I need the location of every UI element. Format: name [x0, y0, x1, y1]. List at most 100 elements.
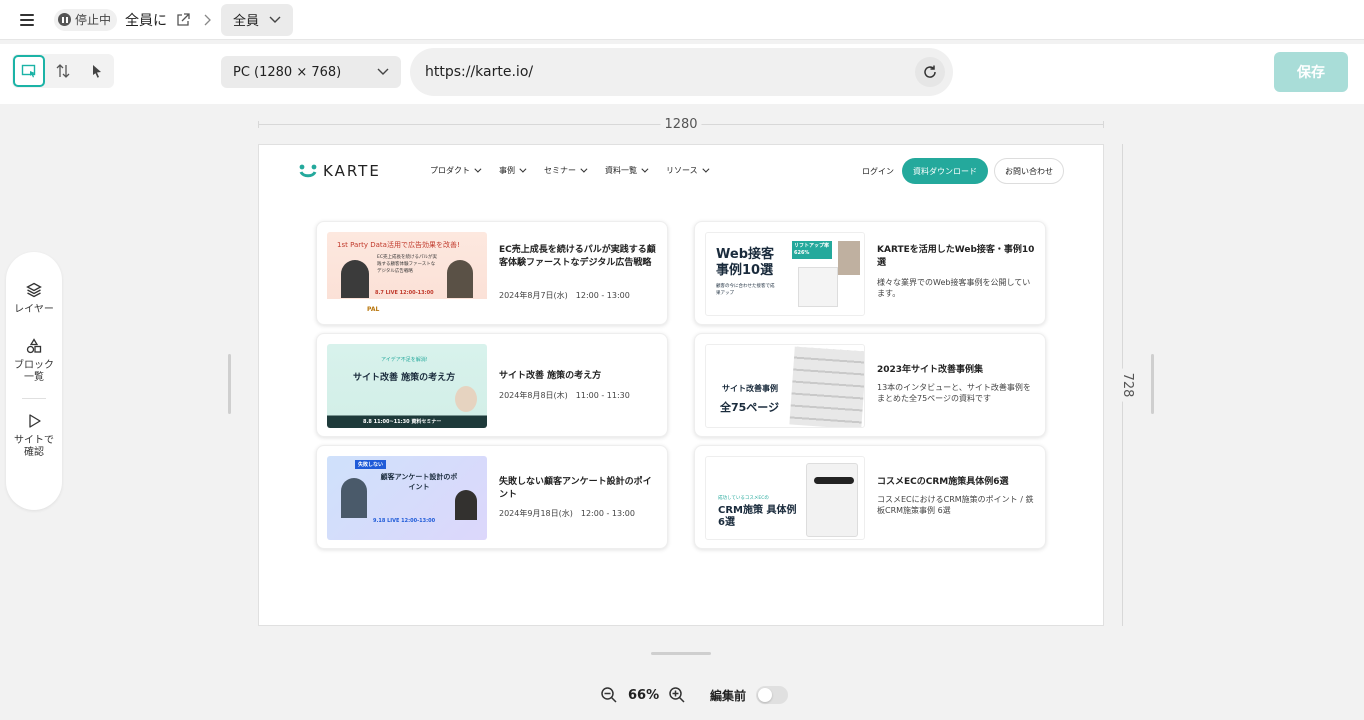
zoom-level: 66% — [628, 687, 660, 703]
swap-icon — [56, 64, 70, 78]
status-text: 停止中 — [75, 13, 112, 27]
chevron-down-icon — [377, 68, 389, 75]
editor-toolbar: PC (1280 × 768) 保存 — [0, 44, 1364, 104]
layers-button[interactable]: レイヤー — [6, 282, 62, 316]
preview-label: サイトで 確認 — [14, 435, 54, 458]
card-description: コスメECにおけるCRM施策のポイント / 鉄板CRM施策事例 6選 — [877, 495, 1034, 515]
segment-dropdown[interactable]: 全員 — [221, 3, 294, 36]
card-title: コスメECのCRM施策具体例6選 — [877, 477, 1009, 487]
width-ruler: 1280 — [258, 117, 1104, 132]
pause-icon — [58, 13, 71, 26]
card-thumbnail: サイト改善事例 全75ページ — [705, 344, 865, 428]
device-value: PC (1280 × 768) — [233, 64, 342, 80]
card-description: 13本のインタビューと、サイト改善事例をまとめた全75ページの資料です — [877, 383, 1031, 403]
content-card[interactable]: 成功しているコスメECの CRM施策 具体例6選 コスメECのCRM施策具体例6… — [694, 445, 1046, 549]
blocks-button[interactable]: ブロック 一覧 — [6, 338, 62, 384]
card-thumbnail: Web接客 事例10選 顧客の今に合わせた接客で成果アップ リフトアップ率 62… — [705, 232, 865, 316]
panel-divider — [22, 398, 46, 399]
menu-icon[interactable] — [20, 13, 34, 26]
segment-value: 全員 — [233, 14, 260, 29]
card-thumbnail: 1st Party Data活用で広告効果を改善! EC売上成長を続けるパルが実… — [327, 232, 487, 316]
card-date: 2024年8月7日(水) 12:00 - 13:00 — [499, 291, 630, 300]
top-bar: 停止中 全員に 全員 — [0, 0, 1364, 40]
select-element-tool[interactable] — [13, 55, 45, 87]
screenshot-mock — [838, 241, 860, 275]
chevron-down-icon — [269, 16, 281, 23]
resize-handle-bottom[interactable] — [651, 652, 711, 655]
card-title: サイト改善 施策の考え方 — [499, 371, 602, 381]
content-card[interactable]: 1st Party Data活用で広告効果を改善! EC売上成長を続けるパルが実… — [316, 221, 668, 325]
card-description: 様々な業界でのWeb接客事例を公開しています。 — [877, 278, 1031, 298]
device-dropdown[interactable]: PC (1280 × 768) — [221, 56, 401, 88]
reload-button[interactable] — [915, 57, 945, 87]
select-box-icon — [21, 64, 36, 78]
site-logo[interactable]: KARTE — [299, 162, 381, 180]
swap-tool[interactable] — [47, 55, 79, 87]
site-nav: プロダクト 事例 セミナー 資料一覧 リソース — [430, 165, 707, 176]
mobile-mock-banner — [814, 477, 854, 484]
reload-icon — [924, 65, 936, 78]
layers-icon — [26, 282, 42, 298]
card-title: 失敗しない顧客アンケート設計のポイント — [499, 477, 652, 500]
speaker-photo — [447, 260, 473, 298]
zoom-bar: 66% 編集前 — [600, 686, 789, 704]
resize-handle-right[interactable] — [1151, 354, 1154, 414]
before-edit-toggle[interactable] — [756, 686, 789, 704]
nav-item-resources[interactable]: リソース — [666, 165, 707, 176]
left-panel: レイヤー ブロック 一覧 サイトで 確認 — [6, 252, 62, 510]
height-label: 728 — [1119, 368, 1135, 402]
before-edit-label: 編集前 — [710, 688, 747, 703]
url-input[interactable] — [425, 64, 915, 80]
url-bar — [410, 48, 953, 96]
target-name: 全員に — [125, 12, 168, 29]
resize-handle-left[interactable] — [228, 354, 231, 414]
card-date: 2024年9月18日(水) 12:00 - 13:00 — [499, 509, 635, 518]
login-link[interactable]: ログイン — [862, 166, 894, 177]
preview-button[interactable]: サイトで 確認 — [6, 413, 62, 459]
preview-canvas[interactable]: KARTE プロダクト 事例 セミナー 資料一覧 リソース ログイン 資料ダウン… — [258, 144, 1104, 626]
download-button[interactable]: 資料ダウンロード — [902, 158, 988, 184]
mobile-mock — [806, 463, 858, 537]
report-pages-mock — [789, 346, 864, 427]
content-card[interactable]: 失敗しない 顧客アンケート設計のポイント 9.18 LIVE 12:00-13:… — [316, 445, 668, 549]
nav-item-documents[interactable]: 資料一覧 — [605, 165, 646, 176]
chevron-right-icon — [201, 12, 213, 28]
cursor-icon — [93, 65, 101, 78]
layers-label: レイヤー — [14, 304, 54, 315]
nav-item-seminar[interactable]: セミナー — [544, 165, 585, 176]
height-ruler: 728 — [1115, 144, 1135, 626]
zoom-in-icon — [669, 687, 685, 703]
zoom-out-button[interactable] — [600, 686, 618, 704]
speaker-photo — [341, 260, 369, 298]
content-card[interactable]: アイデア不足を解消! サイト改善 施策の考え方 8.8 11:00~11:30 … — [316, 333, 668, 437]
card-thumbnail: 失敗しない 顧客アンケート設計のポイント 9.18 LIVE 12:00-13:… — [327, 456, 487, 540]
status-badge: 停止中 — [54, 8, 118, 31]
card-title: 2023年サイト改善事例集 — [877, 365, 984, 375]
tool-group — [12, 54, 114, 88]
nav-item-cases[interactable]: 事例 — [499, 165, 524, 176]
content-card[interactable]: Web接客 事例10選 顧客の今に合わせた接客で成果アップ リフトアップ率 62… — [694, 221, 1046, 325]
speaker-photo — [341, 478, 367, 518]
contact-button[interactable]: お問い合わせ — [994, 158, 1064, 184]
speaker-photo — [455, 386, 477, 412]
pointer-tool[interactable] — [81, 55, 113, 87]
shapes-icon — [26, 338, 42, 354]
karte-logo-icon — [299, 164, 317, 178]
save-button[interactable]: 保存 — [1274, 52, 1348, 92]
card-date: 2024年8月8日(木) 11:00 - 11:30 — [499, 391, 630, 400]
screenshot-mock — [798, 267, 838, 307]
content-card[interactable]: サイト改善事例 全75ページ 2023年サイト改善事例集 13本のインタビューと… — [694, 333, 1046, 437]
zoom-in-button[interactable] — [668, 686, 686, 704]
play-icon — [29, 414, 41, 428]
logo-text: KARTE — [323, 162, 381, 180]
site-header: KARTE プロダクト 事例 セミナー 資料一覧 リソース ログイン 資料ダウン… — [259, 145, 1103, 199]
card-thumbnail: 成功しているコスメECの CRM施策 具体例6選 — [705, 456, 865, 540]
nav-item-product[interactable]: プロダクト — [430, 165, 479, 176]
card-title: KARTEを活用したWeb接客・事例10選 — [877, 245, 1035, 268]
blocks-label: ブロック 一覧 — [14, 360, 54, 383]
speaker-photo — [455, 490, 477, 520]
external-link-icon[interactable] — [175, 12, 191, 28]
width-label: 1280 — [660, 117, 702, 132]
card-thumbnail: アイデア不足を解消! サイト改善 施策の考え方 8.8 11:00~11:30 … — [327, 344, 487, 428]
zoom-out-icon — [601, 687, 617, 703]
